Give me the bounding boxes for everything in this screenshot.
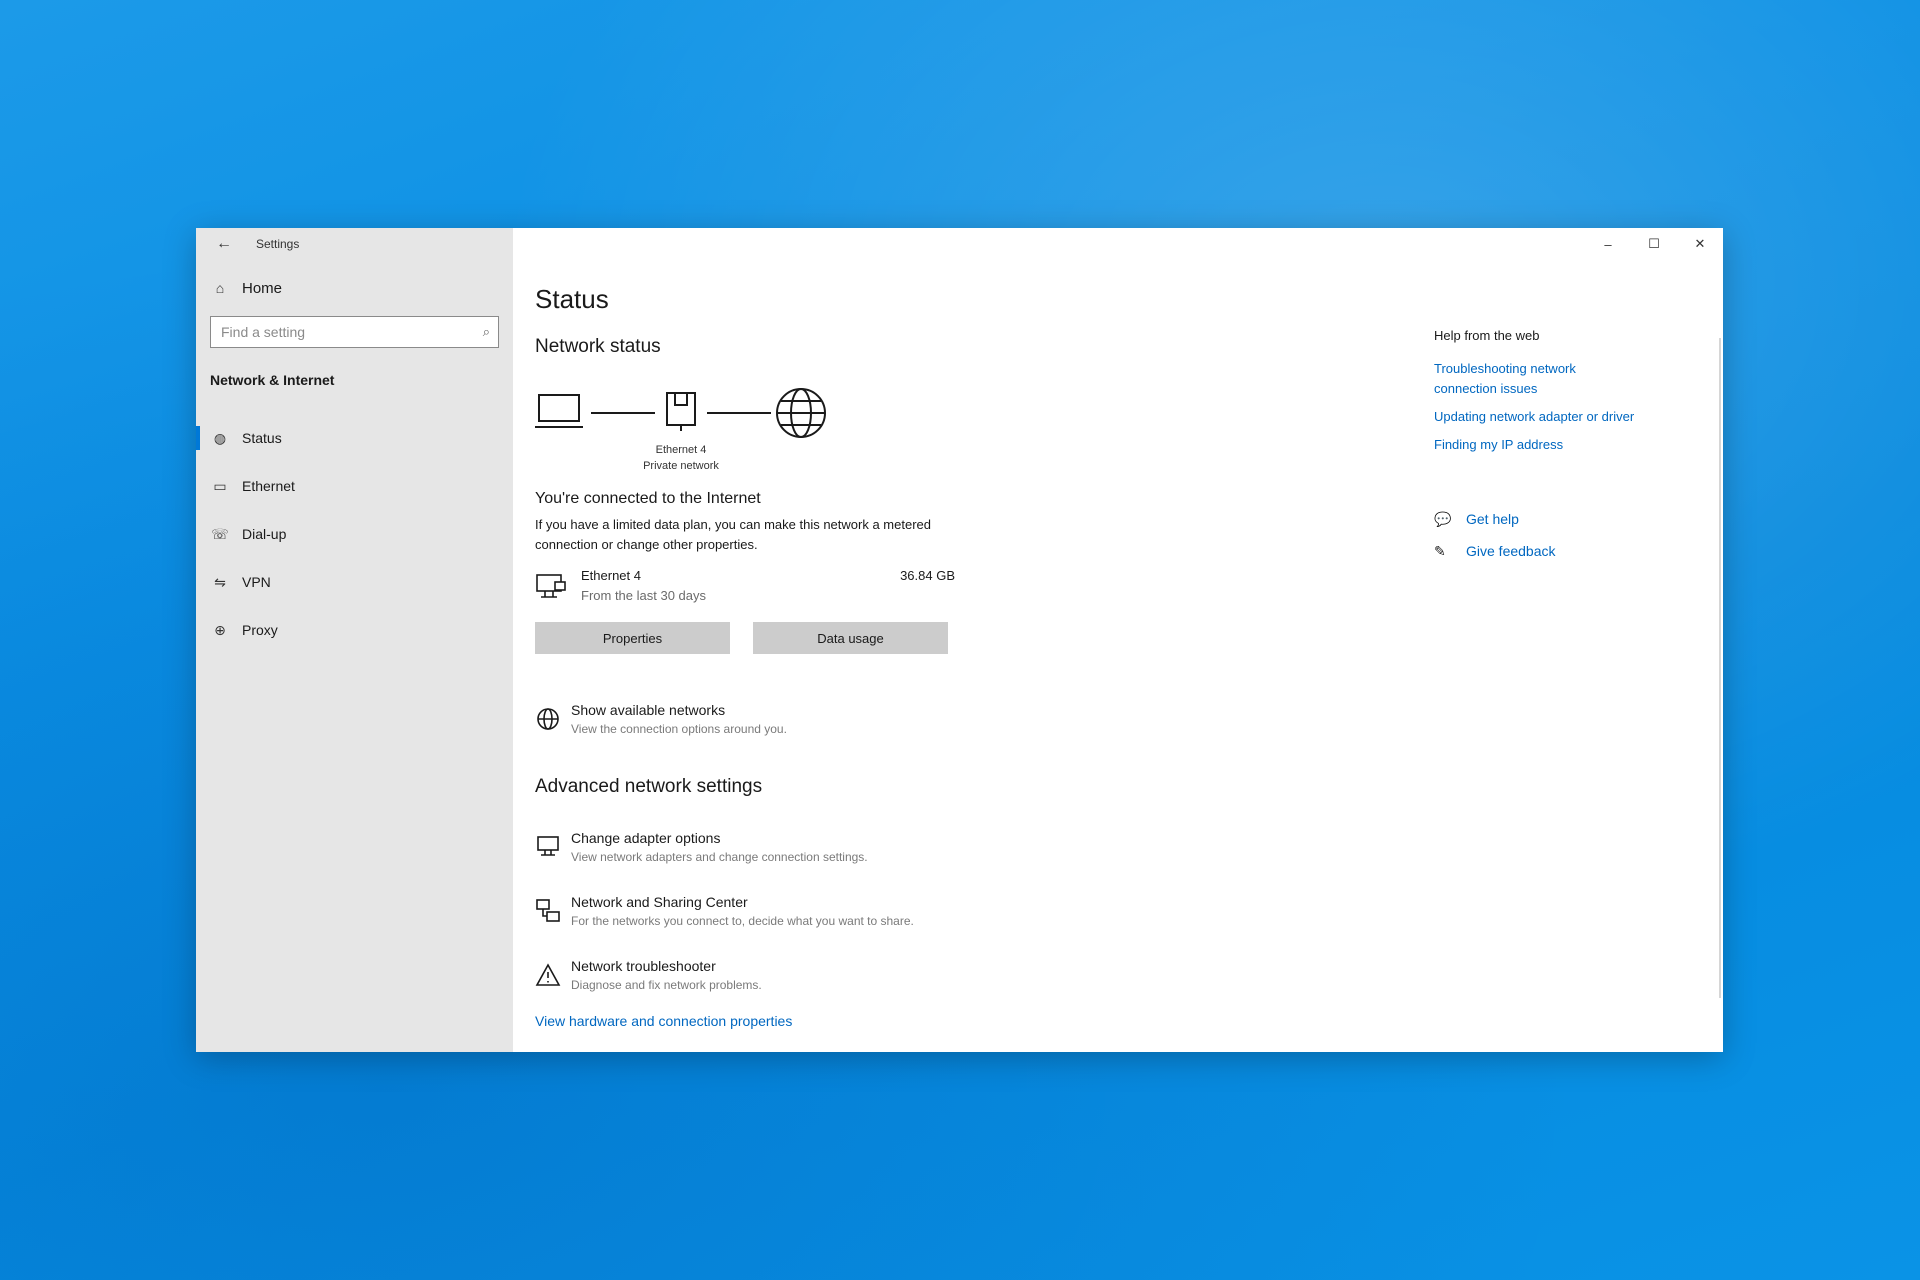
section-title: Network & Internet xyxy=(210,372,335,388)
advanced-item-desc: View network adapters and change connect… xyxy=(571,850,868,864)
adapter-usage-row: Ethernet 4 From the last 30 days 36.84 G… xyxy=(535,568,955,608)
help-actions: 💬 Get help ✎ Give feedback xyxy=(1434,503,1694,567)
status-globe-icon: ◍ xyxy=(213,429,227,446)
window-controls: – ☐ ✕ xyxy=(1585,228,1723,260)
page-title: Status xyxy=(535,284,609,314)
help-link-updating-adapter[interactable]: Updating network adapter or driver xyxy=(1434,407,1694,427)
search-icon[interactable]: ⌕ xyxy=(483,324,490,340)
adapter-usage-period: From the last 30 days xyxy=(581,588,706,603)
available-networks-icon xyxy=(537,708,559,730)
sidebar-item-label: Home xyxy=(242,279,283,297)
advanced-settings-heading: Advanced network settings xyxy=(535,776,763,797)
close-button[interactable]: ✕ xyxy=(1677,228,1723,260)
warning-icon xyxy=(535,963,561,986)
network-sharing-center[interactable]: Network and Sharing Center For the netwo… xyxy=(535,894,1015,938)
sidebar-item-label: VPN xyxy=(242,574,271,590)
sidebar-item-label: Status xyxy=(242,430,282,446)
advanced-item-desc: Diagnose and fix network problems. xyxy=(571,978,762,992)
view-hardware-properties-link[interactable]: View hardware and connection properties xyxy=(535,1013,792,1029)
advanced-item-title: Network troubleshooter xyxy=(571,958,716,974)
get-help-label: Get help xyxy=(1466,511,1519,527)
adapter-name: Ethernet 4 xyxy=(581,568,641,583)
help-link-troubleshooting[interactable]: Troubleshooting network connection issue… xyxy=(1434,359,1624,399)
sidebar-item-proxy[interactable]: ⊕ Proxy xyxy=(196,606,513,654)
adapter-options-icon xyxy=(537,836,559,856)
help-links: Troubleshooting network connection issue… xyxy=(1434,359,1694,455)
title-bar: ← Settings xyxy=(196,228,513,260)
app-title: Settings xyxy=(256,237,300,251)
get-help-button[interactable]: 💬 Get help xyxy=(1434,503,1694,535)
dial-up-icon: ☏ xyxy=(211,525,229,542)
internet-globe-icon xyxy=(776,388,826,438)
sidebar-item-ethernet[interactable]: ▭ Ethernet xyxy=(196,462,513,510)
settings-window: ← Settings ⌂ Home ⌕ Network & Internet ◍… xyxy=(196,228,1723,1052)
sidebar-item-label: Ethernet xyxy=(242,478,295,494)
diagram-network-type: Private network xyxy=(643,460,719,472)
sidebar-item-status[interactable]: ◍ Status xyxy=(196,414,513,462)
vpn-icon: ⇋ xyxy=(214,573,226,590)
home-icon: ⌂ xyxy=(215,280,225,296)
connection-status-title: You're connected to the Internet xyxy=(535,490,761,507)
advanced-item-desc: For the networks you connect to, decide … xyxy=(571,914,914,928)
main-content: – ☐ ✕ Status Network status Ethernet 4 P… xyxy=(513,228,1723,1052)
scrollbar-track[interactable] xyxy=(1719,338,1721,998)
sidebar-nav: ◍ Status ▭ Ethernet ☏ Dial-up ⇋ VPN ⊕ Pr… xyxy=(196,414,513,654)
minimize-button[interactable]: – xyxy=(1585,228,1631,260)
search-input[interactable] xyxy=(221,324,461,340)
back-arrow-icon: ← xyxy=(216,235,232,252)
laptop-icon xyxy=(535,394,583,428)
network-troubleshooter[interactable]: Network troubleshooter Diagnose and fix … xyxy=(535,958,1015,1002)
feedback-icon: ✎ xyxy=(1434,542,1446,559)
search-box: ⌕ xyxy=(210,316,499,348)
sidebar-item-label: Proxy xyxy=(242,622,278,638)
help-panel: Help from the web Troubleshooting networ… xyxy=(1434,328,1694,567)
properties-button[interactable]: Properties xyxy=(535,622,730,654)
sidebar-item-vpn[interactable]: ⇋ VPN xyxy=(196,558,513,606)
sidebar-item-dial-up[interactable]: ☏ Dial-up xyxy=(196,510,513,558)
help-title: Help from the web xyxy=(1434,328,1540,343)
sidebar: ← Settings ⌂ Home ⌕ Network & Internet ◍… xyxy=(196,228,513,1052)
data-usage-button[interactable]: Data usage xyxy=(753,622,948,654)
sidebar-item-home[interactable]: ⌂ Home xyxy=(196,270,513,306)
get-help-icon: 💬 xyxy=(1434,510,1452,527)
change-adapter-options[interactable]: Change adapter options View network adap… xyxy=(535,830,1015,874)
diagram-adapter-name: Ethernet 4 xyxy=(655,444,707,456)
show-available-networks[interactable]: Show available networks View the connect… xyxy=(535,702,1015,746)
connection-status-desc: If you have a limited data plan, you can… xyxy=(535,517,931,552)
sharing-center-icon xyxy=(536,899,560,922)
advanced-item-title: Network and Sharing Center xyxy=(571,894,748,910)
advanced-item-title: Change adapter options xyxy=(571,830,721,846)
show-networks-desc: View the connection options around you. xyxy=(571,722,787,736)
network-status-heading: Network status xyxy=(535,336,661,357)
ethernet-icon: ▭ xyxy=(213,477,227,494)
sidebar-item-label: Dial-up xyxy=(242,526,287,542)
help-link-ip-address[interactable]: Finding my IP address xyxy=(1434,435,1694,455)
back-button[interactable]: ← xyxy=(210,232,238,256)
proxy-globe-icon: ⊕ xyxy=(214,621,226,638)
give-feedback-label: Give feedback xyxy=(1466,543,1556,559)
maximize-button[interactable]: ☐ xyxy=(1631,228,1677,260)
diagram-caption: Ethernet 4 Private network xyxy=(621,442,741,474)
ethernet-monitor-icon xyxy=(536,574,566,598)
give-feedback-button[interactable]: ✎ Give feedback xyxy=(1434,535,1694,567)
ethernet-adapter-icon xyxy=(666,392,696,431)
adapter-data-usage: 36.84 GB xyxy=(900,568,955,583)
show-networks-title: Show available networks xyxy=(571,702,726,718)
